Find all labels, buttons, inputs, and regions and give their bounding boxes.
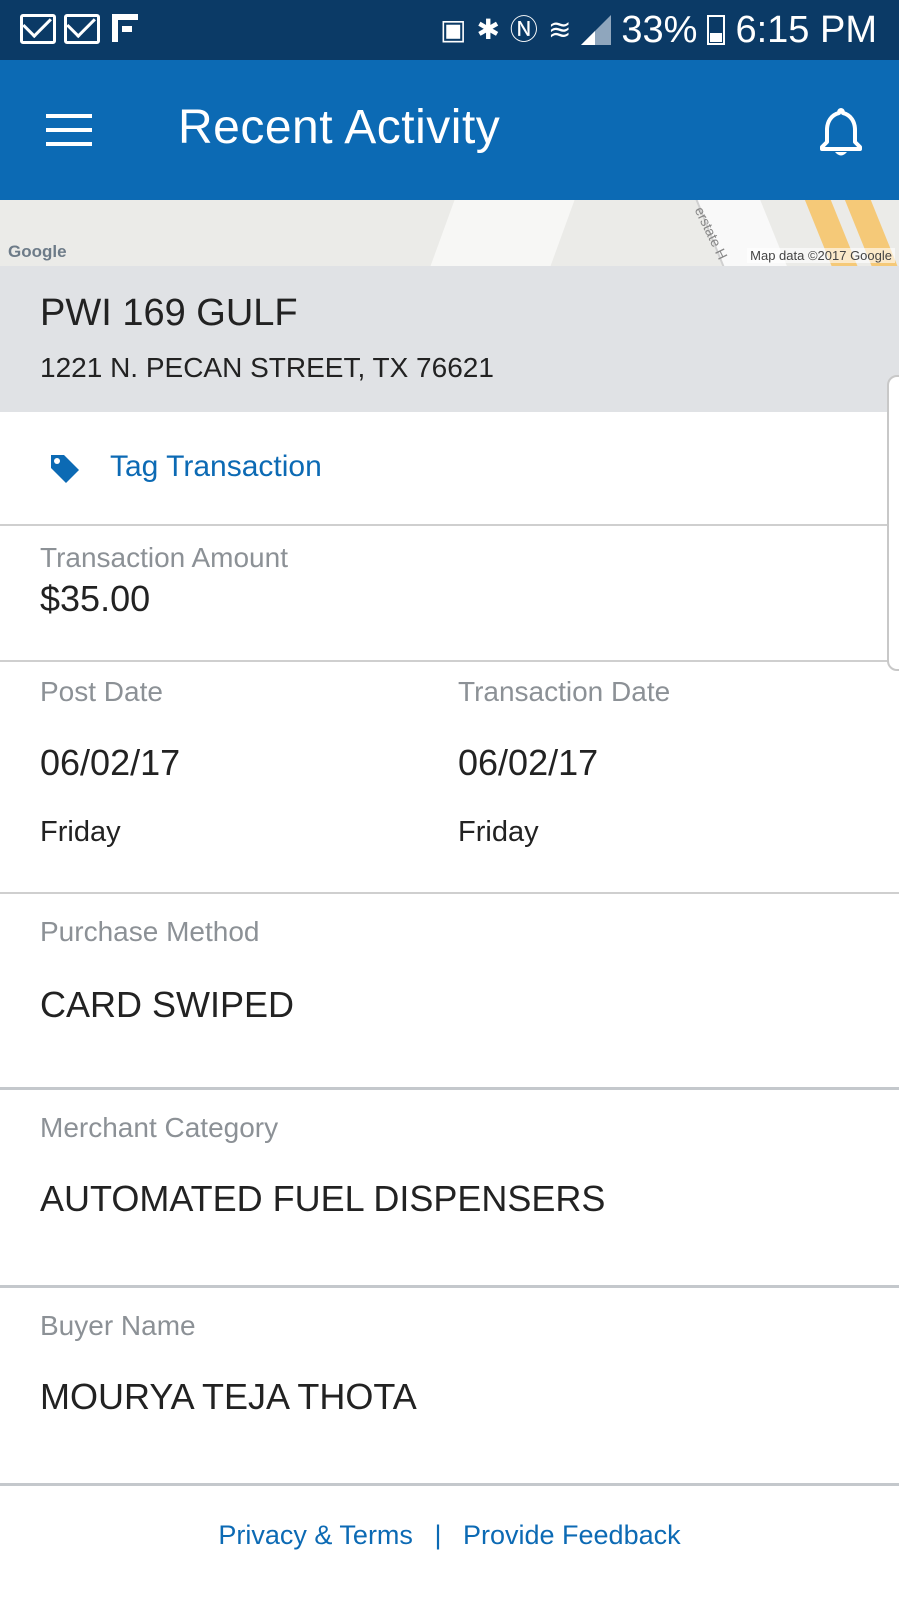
merchant-header: PWI 169 GULF 1221 N. PECAN STREET, TX 76… (0, 266, 899, 412)
privacy-terms-link[interactable]: Privacy & Terms (218, 1520, 413, 1550)
buyer-name-section: Buyer Name MOURYA TEJA THOTA (0, 1288, 899, 1486)
wifi-icon: ≋ (547, 14, 572, 45)
tag-transaction-button[interactable]: Tag Transaction (0, 412, 899, 526)
page-title: Recent Activity (178, 101, 501, 154)
google-logo: Google (8, 242, 67, 261)
flipboard-icon (112, 14, 138, 42)
status-bar: ▣ ✱ Ⓝ ≋ 33% 6:15 PM (0, 0, 899, 60)
app-bar: Recent Activity (0, 60, 899, 200)
post-date-label: Post Date (40, 676, 163, 707)
buyer-name-label: Buyer Name (40, 1310, 196, 1341)
purchase-method-label: Purchase Method (40, 916, 260, 947)
bluetooth-icon: ✱ (476, 14, 500, 45)
post-date-value: 06/02/17 (40, 742, 181, 783)
transaction-date-value: 06/02/17 (458, 742, 599, 783)
provide-feedback-link[interactable]: Provide Feedback (463, 1520, 681, 1550)
dates-section: Post Date 06/02/17 Friday Transaction Da… (0, 662, 899, 894)
merchant-category-label: Merchant Category (40, 1112, 279, 1143)
footer: Privacy & Terms | Provide Feedback (0, 1520, 899, 1551)
purchase-method-value: CARD SWIPED (40, 984, 295, 1025)
battery-saver-icon: ▣ (439, 14, 467, 45)
tag-icon (51, 455, 79, 483)
edge-panel-handle[interactable] (887, 375, 899, 671)
nfc-icon: Ⓝ (509, 14, 538, 45)
mail-icon (64, 14, 100, 44)
signal-icon (581, 15, 612, 45)
buyer-name-value: MOURYA TEJA THOTA (40, 1376, 417, 1417)
transaction-day-value: Friday (458, 816, 539, 848)
tag-transaction-label: Tag Transaction (110, 450, 322, 483)
merchant-category-value: AUTOMATED FUEL DISPENSERS (40, 1178, 606, 1219)
transaction-amount-value: $35.00 (40, 578, 151, 619)
map-attribution: Map data ©2017 Google (747, 248, 895, 263)
map-view[interactable]: erstate H Google Map data ©2017 Google (0, 200, 899, 266)
footer-separator: | (434, 1520, 442, 1550)
transaction-amount-label: Transaction Amount (40, 542, 288, 573)
menu-icon[interactable] (40, 110, 94, 150)
mail-icon (20, 14, 56, 44)
system-icons: ▣ ✱ Ⓝ ≋ 33% 6:15 PM (440, 8, 877, 52)
transaction-amount-section: Transaction Amount $35.00 (0, 526, 899, 662)
notification-icons (20, 14, 138, 44)
transaction-date-label: Transaction Date (458, 676, 671, 707)
post-day-value: Friday (40, 816, 121, 848)
purchase-method-section: Purchase Method CARD SWIPED (0, 894, 899, 1090)
battery-percent: 33% (621, 8, 698, 51)
merchant-name: PWI 169 GULF (40, 292, 298, 334)
clock: 6:15 PM (735, 8, 877, 51)
merchant-address: 1221 N. PECAN STREET, TX 76621 (40, 352, 494, 383)
notification-bell-icon[interactable] (813, 104, 869, 160)
merchant-category-section: Merchant Category AUTOMATED FUEL DISPENS… (0, 1090, 899, 1288)
battery-icon (707, 15, 726, 45)
